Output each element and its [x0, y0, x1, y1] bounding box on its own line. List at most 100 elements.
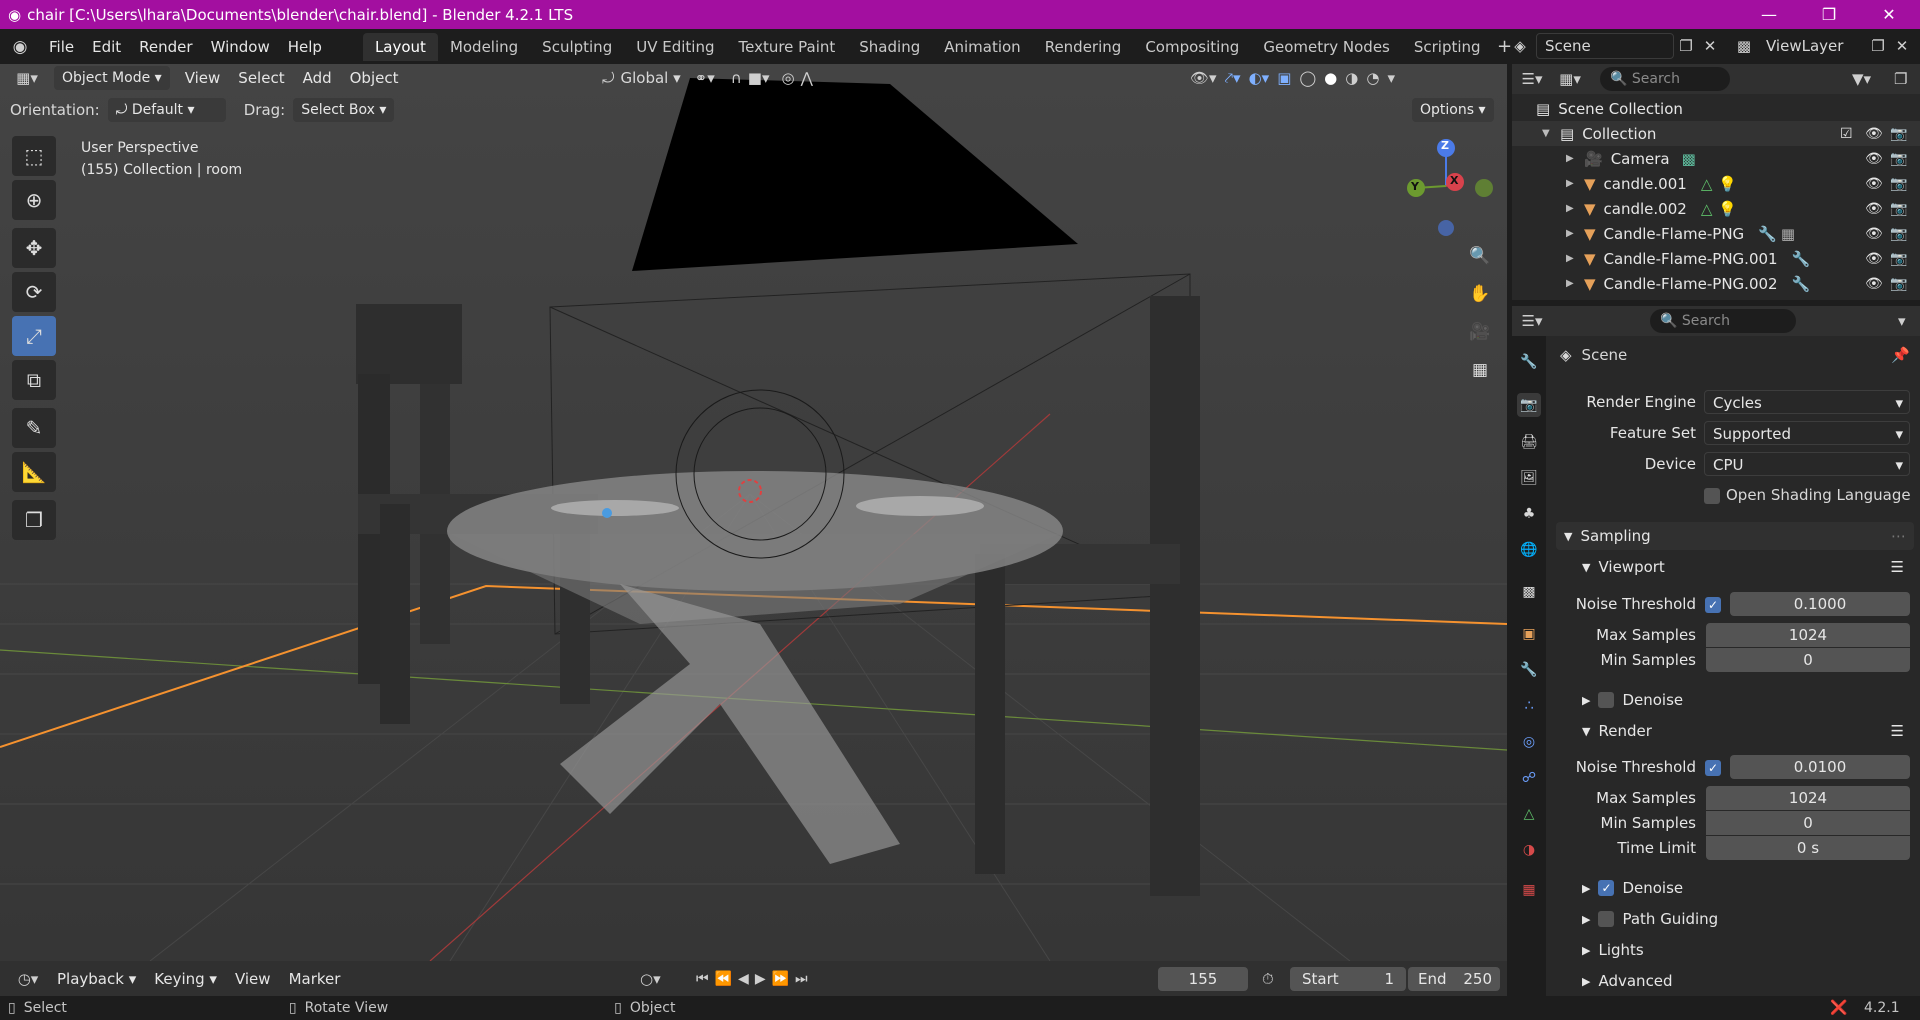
keying-menu[interactable]: Keying ▾	[145, 966, 226, 992]
measure-tool[interactable]: 📐	[12, 452, 56, 492]
delete-viewlayer-icon[interactable]: ✕	[1890, 37, 1914, 55]
outliner-row-candle-002[interactable]: ▶ ▼ candle.002 △ 💡 👁 📷	[1512, 196, 1920, 221]
navigation-gizmo[interactable]: Z Y X	[1396, 136, 1496, 236]
zoom-icon[interactable]: 🔍	[1464, 240, 1496, 272]
viewport-noise-threshold-checkbox[interactable]: ✓	[1705, 597, 1721, 613]
filter-icon[interactable]: ▼▾	[1852, 70, 1871, 88]
new-viewlayer-icon[interactable]: ❐	[1866, 37, 1890, 55]
viewport-subpanel-header[interactable]: ▼ Viewport ☰	[1556, 553, 1914, 581]
path-guiding-header[interactable]: ▶ Path Guiding	[1556, 905, 1914, 933]
render-denoise-checkbox[interactable]: ✓	[1598, 880, 1615, 896]
viewport-min-samples-field[interactable]: 0	[1706, 648, 1910, 672]
transform-orientation-dropdown[interactable]: Global ▾	[621, 69, 681, 87]
ortho-grid-icon[interactable]: ▦	[1464, 354, 1496, 386]
render-min-samples-field[interactable]: 0	[1706, 811, 1910, 835]
play-reverse-icon[interactable]: ◀	[738, 971, 749, 987]
eye-icon[interactable]: 👁	[1865, 251, 1883, 267]
viewport-menu-add[interactable]: Add	[294, 65, 341, 91]
render-subpanel-header[interactable]: ▼ Render ☰	[1556, 717, 1914, 745]
render-engine-dropdown[interactable]: Cycles ▾	[1704, 390, 1910, 414]
output-tab-icon[interactable]: 🖨	[1517, 430, 1541, 454]
eye-icon[interactable]: 👁	[1865, 201, 1883, 217]
presets-list-icon[interactable]: ☰	[1891, 558, 1904, 576]
particles-tab-icon[interactable]: ∴	[1517, 694, 1541, 718]
menu-window[interactable]: Window	[202, 34, 279, 60]
next-keyframe-icon[interactable]: ⏩	[772, 971, 789, 987]
properties-options-icon[interactable]: ▾	[1898, 312, 1906, 330]
prev-keyframe-icon[interactable]: ⏪	[715, 971, 732, 987]
tab-layout[interactable]: Layout	[362, 32, 438, 61]
editor-type-icon[interactable]: ▦▾	[6, 69, 48, 87]
eye-icon[interactable]: 👁	[1865, 276, 1883, 292]
outliner-row-candle-flame-png-001[interactable]: ▶ ▼ Candle-Flame-PNG.001 🔧 👁 📷	[1512, 246, 1920, 271]
object-mode-dropdown[interactable]: Object Mode ▾	[54, 66, 170, 90]
rendered-shading-icon[interactable]: ◔	[1366, 69, 1379, 87]
tab-modeling[interactable]: Modeling	[438, 33, 530, 61]
cursor-tool[interactable]: ⊕	[12, 180, 56, 220]
scene-name-field[interactable]: Scene	[1536, 33, 1674, 59]
pan-hand-icon[interactable]: ✋	[1464, 278, 1496, 310]
timeline-editor-icon[interactable]: ◷▾	[8, 970, 48, 988]
tab-geometry-nodes[interactable]: Geometry Nodes	[1251, 33, 1402, 61]
jump-end-icon[interactable]: ⏭	[795, 971, 808, 987]
stopwatch-icon[interactable]: ⏱	[1262, 970, 1274, 988]
path-guiding-checkbox[interactable]	[1598, 911, 1615, 927]
view-layer-tab-icon[interactable]: 🖼	[1517, 466, 1541, 490]
properties-search-input[interactable]: 🔍 Search	[1650, 309, 1796, 333]
tab-uv-editing[interactable]: UV Editing	[624, 33, 726, 61]
tab-rendering[interactable]: Rendering	[1033, 33, 1134, 61]
tab-shading[interactable]: Shading	[847, 33, 932, 61]
render-tab-icon[interactable]: 📷	[1517, 393, 1541, 417]
tab-compositing[interactable]: Compositing	[1133, 33, 1251, 61]
play-icon[interactable]: ▶	[755, 971, 766, 987]
outliner-row-candle-flame-png[interactable]: ▶ ▼ Candle-Flame-PNG 🔧 ▦ 👁 📷	[1512, 221, 1920, 246]
falloff-icon[interactable]: ⋀	[801, 69, 813, 87]
time-limit-field[interactable]: 0 s	[1706, 836, 1910, 860]
gizmo-toggle-icon[interactable]: ⤤▾	[1225, 69, 1241, 87]
render-denoise-header[interactable]: ▶ ✓ Denoise	[1556, 874, 1914, 902]
pivot-icon[interactable]: ⚭▾	[695, 69, 715, 87]
drag-dropdown[interactable]: Select Box ▾	[293, 98, 395, 122]
data-tab-icon[interactable]: △	[1517, 802, 1541, 826]
current-frame-field[interactable]: 155	[1158, 967, 1248, 991]
shading-options-icon[interactable]: ▾	[1387, 69, 1395, 87]
tab-sculpting[interactable]: Sculpting	[530, 33, 624, 61]
proportional-edit-icon[interactable]: ◎	[781, 69, 794, 87]
constraints-tab-icon[interactable]: ☍	[1517, 766, 1541, 790]
render-camera-icon[interactable]: 📷	[1890, 226, 1907, 242]
delete-scene-icon[interactable]: ✕	[1698, 37, 1722, 55]
collection-checkbox[interactable]: ☑	[1840, 126, 1853, 142]
osl-checkbox[interactable]	[1704, 488, 1720, 504]
snap-target-icon[interactable]: ■▾	[748, 69, 770, 87]
move-tool[interactable]: ✥	[12, 228, 56, 268]
camera-view-icon[interactable]: 🎥	[1464, 316, 1496, 348]
viewport-menu-view[interactable]: View	[176, 65, 230, 91]
properties-editor-icon[interactable]: ☰▾	[1512, 312, 1552, 330]
3d-viewport[interactable]	[0, 64, 1507, 961]
menu-help[interactable]: Help	[279, 34, 331, 60]
eye-icon[interactable]: 👁	[1865, 151, 1883, 167]
outliner-row-scene-collection[interactable]: ▤ Scene Collection	[1512, 96, 1920, 121]
viewlayer-icon[interactable]: ▩	[1722, 37, 1766, 55]
display-mode-icon[interactable]: ▦▾	[1552, 70, 1588, 88]
advanced-panel-header[interactable]: ▶ Advanced	[1556, 967, 1914, 995]
modifiers-tab-icon[interactable]: 🔧	[1517, 658, 1541, 682]
material-shading-icon[interactable]: ◑	[1345, 69, 1358, 87]
render-camera-icon[interactable]: 📷	[1890, 151, 1907, 167]
options-dropdown[interactable]: Options ▾	[1412, 98, 1494, 122]
outliner-row-candle-001[interactable]: ▶ ▼ candle.001 △ 💡 👁 📷	[1512, 171, 1920, 196]
overlay-toggle-icon[interactable]: ◐▾	[1249, 69, 1270, 87]
jump-start-icon[interactable]: ⏮	[696, 971, 709, 987]
render-max-samples-field[interactable]: 1024	[1706, 786, 1910, 810]
feature-set-dropdown[interactable]: Supported ▾	[1704, 421, 1910, 445]
close-button[interactable]: ✕	[1866, 0, 1912, 29]
material-tab-icon[interactable]: ◑	[1517, 838, 1541, 862]
maximize-button[interactable]: ❐	[1806, 0, 1852, 29]
object-tab-icon[interactable]: ▣	[1517, 622, 1541, 646]
pin-icon[interactable]: 📌	[1891, 346, 1910, 364]
menu-file[interactable]: File	[40, 34, 83, 60]
drag-handle-icon[interactable]: ⋯	[1891, 527, 1906, 545]
scene-tab-icon[interactable]: ♣	[1517, 502, 1541, 526]
visibility-icon[interactable]: 👁▾	[1190, 69, 1217, 87]
transform-tool[interactable]: ⧉	[12, 360, 56, 400]
